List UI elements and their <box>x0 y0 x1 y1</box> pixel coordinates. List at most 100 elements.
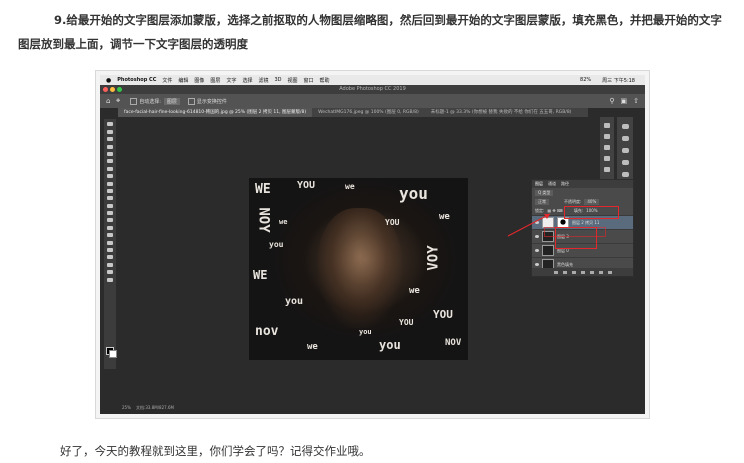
marquee-tool-icon <box>107 129 113 134</box>
share-icon: ⇧ <box>633 97 639 105</box>
canvas-word: NOY <box>255 207 272 233</box>
learn-icon <box>621 136 629 141</box>
auto-select-label: 自动选择: <box>139 98 161 105</box>
properties-icon <box>604 134 610 139</box>
info-icon <box>604 156 610 161</box>
canvas-word: you <box>359 328 372 336</box>
apple-icon: ● <box>106 76 112 84</box>
layers-panel-footer <box>532 268 633 276</box>
canvas-word: NOV <box>445 338 462 348</box>
minimize-window-icon <box>110 87 115 92</box>
document-tabs: face-facial-hair-fine-looking-614810-韩国的… <box>118 108 588 117</box>
blur-tool-icon <box>107 218 113 223</box>
home-icon: ⌂ <box>106 97 111 105</box>
menubar-status: 82% 周三 下午5:18 <box>580 77 641 84</box>
tab-paths: 路径 <box>561 181 569 186</box>
brush-tool-icon <box>107 181 113 186</box>
menu-help: 帮助 <box>319 77 330 84</box>
battery-level: 82% <box>580 77 592 83</box>
search-icon: ⚲ <box>609 97 615 105</box>
canvas-word: you <box>379 338 401 352</box>
canvas-word: we <box>307 342 318 352</box>
layers-panel-tabs: 图层 通道 路径 <box>532 180 633 188</box>
hand-tool-icon <box>107 262 113 267</box>
menu-filter: 滤镜 <box>258 77 269 84</box>
layers-icon <box>621 172 629 177</box>
canvas-word: YOU <box>433 308 453 321</box>
doc-tab: WechatIMG176.jpeg @ 100% (图层 0, RGB/8) <box>318 110 419 115</box>
path-select-tool-icon <box>107 248 113 253</box>
lasso-tool-icon <box>107 137 113 142</box>
canvas-word: YOU <box>385 218 400 227</box>
canvas-word: we <box>439 212 450 222</box>
quick-select-tool-icon <box>107 144 113 149</box>
window-title: Adobe Photoshop CC 2019 <box>100 85 645 94</box>
stamp-tool-icon <box>107 188 113 193</box>
tab-layers: 图层 <box>535 181 543 186</box>
canvas-word: YOU <box>297 180 316 191</box>
move-tool-icon: ✥ <box>116 98 121 104</box>
menu-view: 视图 <box>287 77 298 84</box>
menu-select: 选择 <box>242 77 253 84</box>
step-text: 9.给最开始的文字图层添加蒙版，选择之前抠取的人物图层缩略图，然后回到最开始的文… <box>18 13 722 51</box>
adjustments-icon <box>621 160 629 165</box>
menu-window: 窗口 <box>303 77 314 84</box>
healing-tool-icon <box>107 174 113 179</box>
screenshot-frame: ● Photoshop CC 文件 编辑 图像 图层 文字 选择 滤镜 3D 视… <box>95 70 650 419</box>
tab-channels: 通道 <box>548 181 556 186</box>
menu-edit: 编辑 <box>178 77 189 84</box>
opacity-highlight-box <box>564 206 619 219</box>
visibility-eye-icon <box>535 249 539 252</box>
menubar-app-name: Photoshop CC <box>117 77 157 83</box>
group-icon <box>589 270 594 274</box>
red-arrow-icon <box>507 213 551 237</box>
canvas-word: WE <box>253 268 268 282</box>
background-color-swatch <box>109 350 117 358</box>
shape-tool-icon <box>107 255 113 260</box>
visibility-eye-icon <box>535 263 539 266</box>
blend-opacity-row: 正常 不透明度: 40% <box>532 197 633 206</box>
blend-mode-dropdown: 正常 <box>535 198 549 205</box>
menu-image: 图像 <box>194 77 205 84</box>
menu-file: 文件 <box>162 77 173 84</box>
canvas-word: you <box>285 296 304 307</box>
dodge-tool-icon <box>107 225 113 230</box>
crop-tool-icon <box>107 151 113 156</box>
new-layer-icon <box>598 270 603 274</box>
paragraph-icon <box>604 145 610 150</box>
opacity-value: 40% <box>584 198 600 205</box>
canvas-word: we <box>345 182 355 191</box>
type-tool-icon <box>107 240 113 245</box>
canvas-word: nov <box>255 324 279 339</box>
options-bar: ⌂ ✥ 自动选择: 图层 显示变换控件 ⚲ ▣ ⇧ <box>100 94 645 108</box>
menu-type: 文字 <box>226 77 237 84</box>
menu-layer: 图层 <box>210 77 221 84</box>
move-tool-icon <box>107 122 113 127</box>
more-tools-icon <box>107 277 113 282</box>
step-paragraph: 9.给最开始的文字图层添加蒙版，选择之前抠取的人物图层缩略图，然后回到最开始的文… <box>18 8 726 56</box>
libraries-icon <box>621 148 629 153</box>
canvas-word: you <box>399 184 428 203</box>
photoshop-screenshot: ● Photoshop CC 文件 编辑 图像 图层 文字 选择 滤镜 3D 视… <box>100 75 645 414</box>
adjustment-layer-icon <box>580 270 585 274</box>
canvas-word: WE <box>255 182 271 197</box>
workspace-icon: ▣ <box>620 97 628 105</box>
canvas-word: we <box>409 286 420 296</box>
zoom-window-icon <box>117 87 122 92</box>
color-icon <box>621 124 629 129</box>
menu-3d: 3D <box>274 77 282 83</box>
canvas-word: VOY <box>425 245 442 271</box>
doc-tab: 未标题-1 @ 33.3% (你想被 替我 失败的 不给 你们在 五五哥, RG… <box>430 110 572 115</box>
gradient-tool-icon <box>107 211 113 216</box>
delete-layer-icon <box>607 270 612 274</box>
link-layers-icon <box>553 270 558 274</box>
show-transform-checkbox <box>187 97 195 105</box>
eraser-tool-icon <box>107 203 113 208</box>
clock: 周三 下午5:18 <box>602 78 635 84</box>
canvas-word: we <box>279 218 288 226</box>
swatch-icon <box>604 167 610 172</box>
layer-kind-filter: Q 类型 <box>535 189 554 196</box>
eyedropper-tool-icon <box>107 166 113 171</box>
auto-select-checkbox <box>130 97 138 105</box>
status-bar: 25% 文档:33.8M/827.6M <box>118 404 592 412</box>
